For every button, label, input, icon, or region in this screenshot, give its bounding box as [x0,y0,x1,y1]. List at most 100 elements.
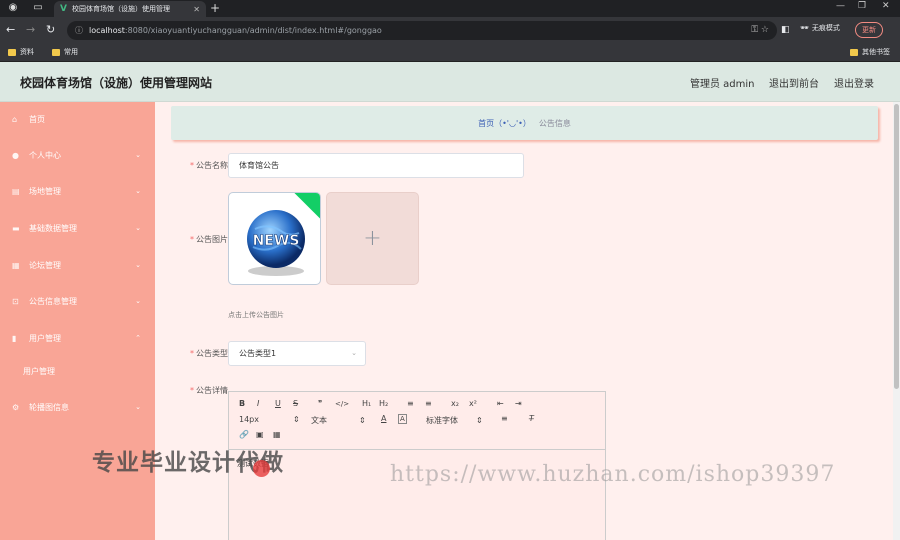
bookmark-folder-other[interactable]: 其他书签 [850,47,890,57]
chevron-down-icon: ⌄ [135,224,141,232]
strike-button[interactable]: S [293,399,298,408]
type-label: * 公告类型 [190,349,228,358]
uploaded-image-thumb[interactable]: NEWS ✓ [228,192,321,285]
watermark-url: https://www.huzhan.com/ishop39397 [390,462,836,487]
chevron-down-icon: ⌄ [135,297,141,305]
address-bar[interactable]: ⓘ localhost:8080/xiaoyuantiyuchangguan/a… [67,21,777,40]
italic-button[interactable]: I [257,399,259,408]
chevron-down-icon: ⌄ [135,403,141,411]
sidebar-item-profile[interactable]: ● 个人中心 ⌄ [0,138,155,172]
bookmarks-bar: 资料 常用 其他书签 [0,44,900,62]
update-button[interactable]: 更新 [855,22,883,38]
notice-name-input[interactable]: 体育馆公告 [228,153,524,178]
sidebar-item-basic-data[interactable]: ▬ 基础数据管理 ⌄ [0,211,155,245]
detail-label: * 公告详情 [190,386,228,395]
browser-tabstrip: ◉ ▭ V 校园体育场馆（设施）使用管理 ✕ + — ❐ ✕ [0,0,900,17]
font-color-icon[interactable]: A [381,414,386,423]
font-size-select[interactable]: 14px ⇕ [239,415,300,424]
close-icon[interactable]: ✕ [193,5,200,14]
chart-icon: ▮ [12,333,17,343]
h1-button[interactable]: H₁ [362,399,371,408]
header-select[interactable]: 文本 ⇕ [311,415,366,426]
back-to-front-link[interactable]: 退出到前台 [769,75,819,90]
admin-label: 管理员 admin [690,79,755,90]
sidebar-item-users[interactable]: ▮ 用户管理 ⌃ [0,321,155,355]
chevron-down-icon: ⌄ [135,187,141,195]
url-host: localhost [89,26,125,35]
minimize-icon[interactable]: — [836,1,845,11]
new-tab-icon[interactable]: + [210,1,220,15]
sidebar-item-carousel[interactable]: ⚙ 轮播图信息 ⌄ [0,390,155,424]
window-close-icon[interactable]: ✕ [882,1,890,11]
folder-icon [850,48,858,56]
app-header: 校园体育场馆（设施）使用管理网站 管理员 admin 退出到前台 退出登录 [0,62,900,102]
reload-icon[interactable]: ↻ [46,23,55,37]
page-scrollbar-thumb[interactable] [894,104,899,389]
incognito-indicator[interactable]: 🕶 无痕模式 [800,23,840,33]
bold-button[interactable]: B [239,399,245,408]
indent-button[interactable]: ⇥ [515,399,522,408]
breadcrumb-home[interactable]: 首页（•'◡'•） [478,118,531,129]
video-icon[interactable]: ▦ [273,430,281,439]
sidebar-item-home[interactable]: ⌂ 首页 [0,102,155,136]
venue-icon: ▤ [12,186,20,196]
data-icon: ▬ [12,223,20,233]
carousel-icon: ⚙ [12,402,20,412]
browser-tab-active[interactable]: V 校园体育场馆（设施）使用管理 ✕ [54,1,206,17]
sidebar-item-notice[interactable]: ⊡ 公告信息管理 ⌄ [0,284,155,318]
notice-icon: ⊡ [12,296,19,306]
link-icon[interactable]: 🔗 [239,430,249,439]
image-label: * 公告图片 [190,235,228,244]
quote-button[interactable]: ❞ [318,399,322,408]
updown-icon: ⇕ [476,416,483,425]
breadcrumb-current: 公告信息 [538,118,571,128]
breadcrumb: 首页（•'◡'•） 公告信息 [171,106,878,140]
sidebar-toggle-icon[interactable]: ◧ [781,23,790,37]
superscript-button[interactable]: x² [469,399,477,408]
sidebar-item-venue[interactable]: ▤ 场地管理 ⌄ [0,174,155,208]
updown-icon: ⇕ [359,416,366,425]
ordered-list-button[interactable]: ≡ [407,399,414,408]
subscript-button[interactable]: x₂ [451,399,459,408]
browser-toolbar: ← → ↻ ⓘ localhost:8080/xiaoyuantiyuchang… [0,17,900,44]
align-icon[interactable]: ≡ [501,414,508,423]
notice-type-select[interactable]: 公告类型1 ⌄ [228,341,366,366]
user-icon: ● [12,150,19,160]
tab-list-icon[interactable]: ▭ [31,2,45,14]
back-arrow-icon[interactable]: ← [6,23,15,37]
bookmark-star-icon[interactable]: ⚿ ☆ [751,25,769,35]
image-icon[interactable]: ▣ [256,430,264,439]
restore-icon[interactable]: ❐ [858,1,866,11]
plus-icon: + [363,226,382,251]
upload-add-button[interactable]: + [326,192,419,285]
bookmark-folder-ziliao[interactable]: 资料 [8,47,34,57]
bookmark-folder-changyong[interactable]: 常用 [52,47,78,57]
info-icon[interactable]: ⓘ [75,25,83,36]
editor-toolbar: B I U S ❞ </> H₁ H₂ ≡ ≡ x₂ x² ⇤ ⇥ 14px ⇕ … [229,392,605,450]
underline-button[interactable]: U [275,399,281,408]
updown-icon: ⇕ [293,415,300,424]
sidebar-item-forum[interactable]: ▦ 论坛管理 ⌄ [0,248,155,282]
mouse-cursor-indicator [253,460,270,477]
clear-format-icon[interactable]: T̶ [529,414,534,423]
site-title: 校园体育场馆（设施）使用管理网站 [20,76,213,90]
code-button[interactable]: </> [335,400,349,408]
chevron-down-icon: ⌄ [135,261,141,269]
bg-color-icon[interactable]: A [398,414,407,424]
incognito-icon: 🕶 [800,24,809,32]
vue-favicon-icon: V [60,4,67,14]
chevron-up-icon: ⌃ [135,334,141,342]
forward-arrow-icon[interactable]: → [26,23,35,37]
h2-button[interactable]: H₂ [379,399,388,408]
folder-icon [52,48,60,56]
outdent-button[interactable]: ⇤ [497,399,504,408]
browser-menu-icon[interactable]: ◉ [6,2,20,14]
forum-icon: ▦ [12,260,20,270]
sidebar-subitem-user-manage[interactable]: 用户管理 [0,357,155,385]
name-label: * 公告名称 [190,161,228,170]
font-family-select[interactable]: 标准字体 ⇕ [426,415,483,426]
logout-link[interactable]: 退出登录 [834,75,874,90]
upload-tip: 点击上传公告图片 [228,311,284,319]
bullet-list-button[interactable]: ≡ [425,399,432,408]
tab-title: 校园体育场馆（设施）使用管理 [71,5,170,13]
